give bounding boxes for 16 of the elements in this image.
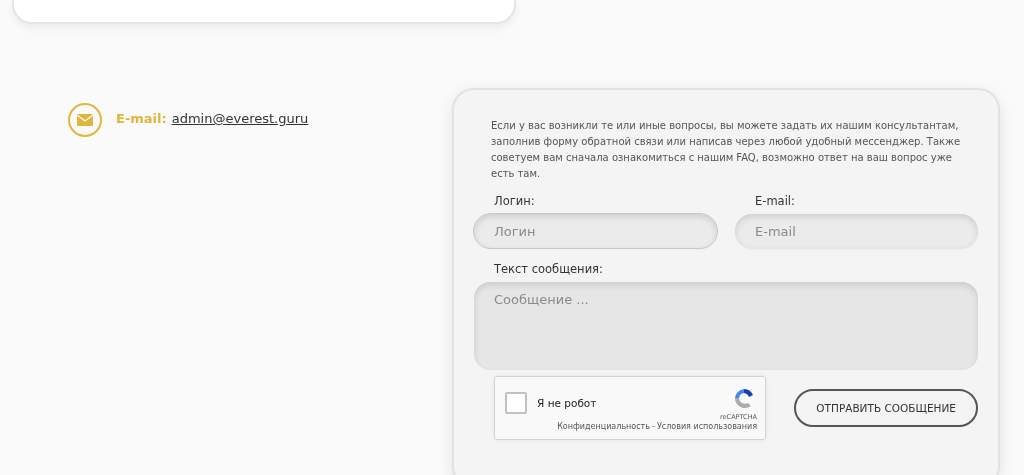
- separator-text: -: [652, 421, 655, 431]
- mail-icon: [67, 102, 103, 138]
- field-label: Логин:: [494, 194, 536, 208]
- submit-button[interactable]: ОТПРАВИТЬ СООБЩЕНИЕ: [794, 389, 978, 427]
- input-field[interactable]: E-mail: [735, 214, 978, 248]
- email-link[interactable]: admin@everest.guru: [171, 111, 309, 126]
- intro-text: Если у вас возникли те или иные вопросы, вы можете задать их нашим консультантам, заполнив форму обратной связи или написав через любой удобный мессенджер. Также советуем вам сначала ознакомиться с нашим FAQ, возможно ответ на ваш вопрос уже есть там.: [491, 119, 962, 181]
- message-field[interactable]: Сообщение ...: [474, 282, 978, 370]
- field-label: Текст сообщения:: [494, 262, 604, 276]
- privacy-link[interactable]: Конфиденциальность: [557, 421, 650, 431]
- field-label: E-mail:: [755, 194, 796, 208]
- terms-link[interactable]: Условия использования: [656, 421, 757, 431]
- input-field[interactable]: Логин: [474, 214, 717, 248]
- checkbox[interactable]: [505, 392, 527, 414]
- captcha-label: Я не робот: [537, 397, 598, 409]
- email-label: E-mail:: [116, 111, 167, 126]
